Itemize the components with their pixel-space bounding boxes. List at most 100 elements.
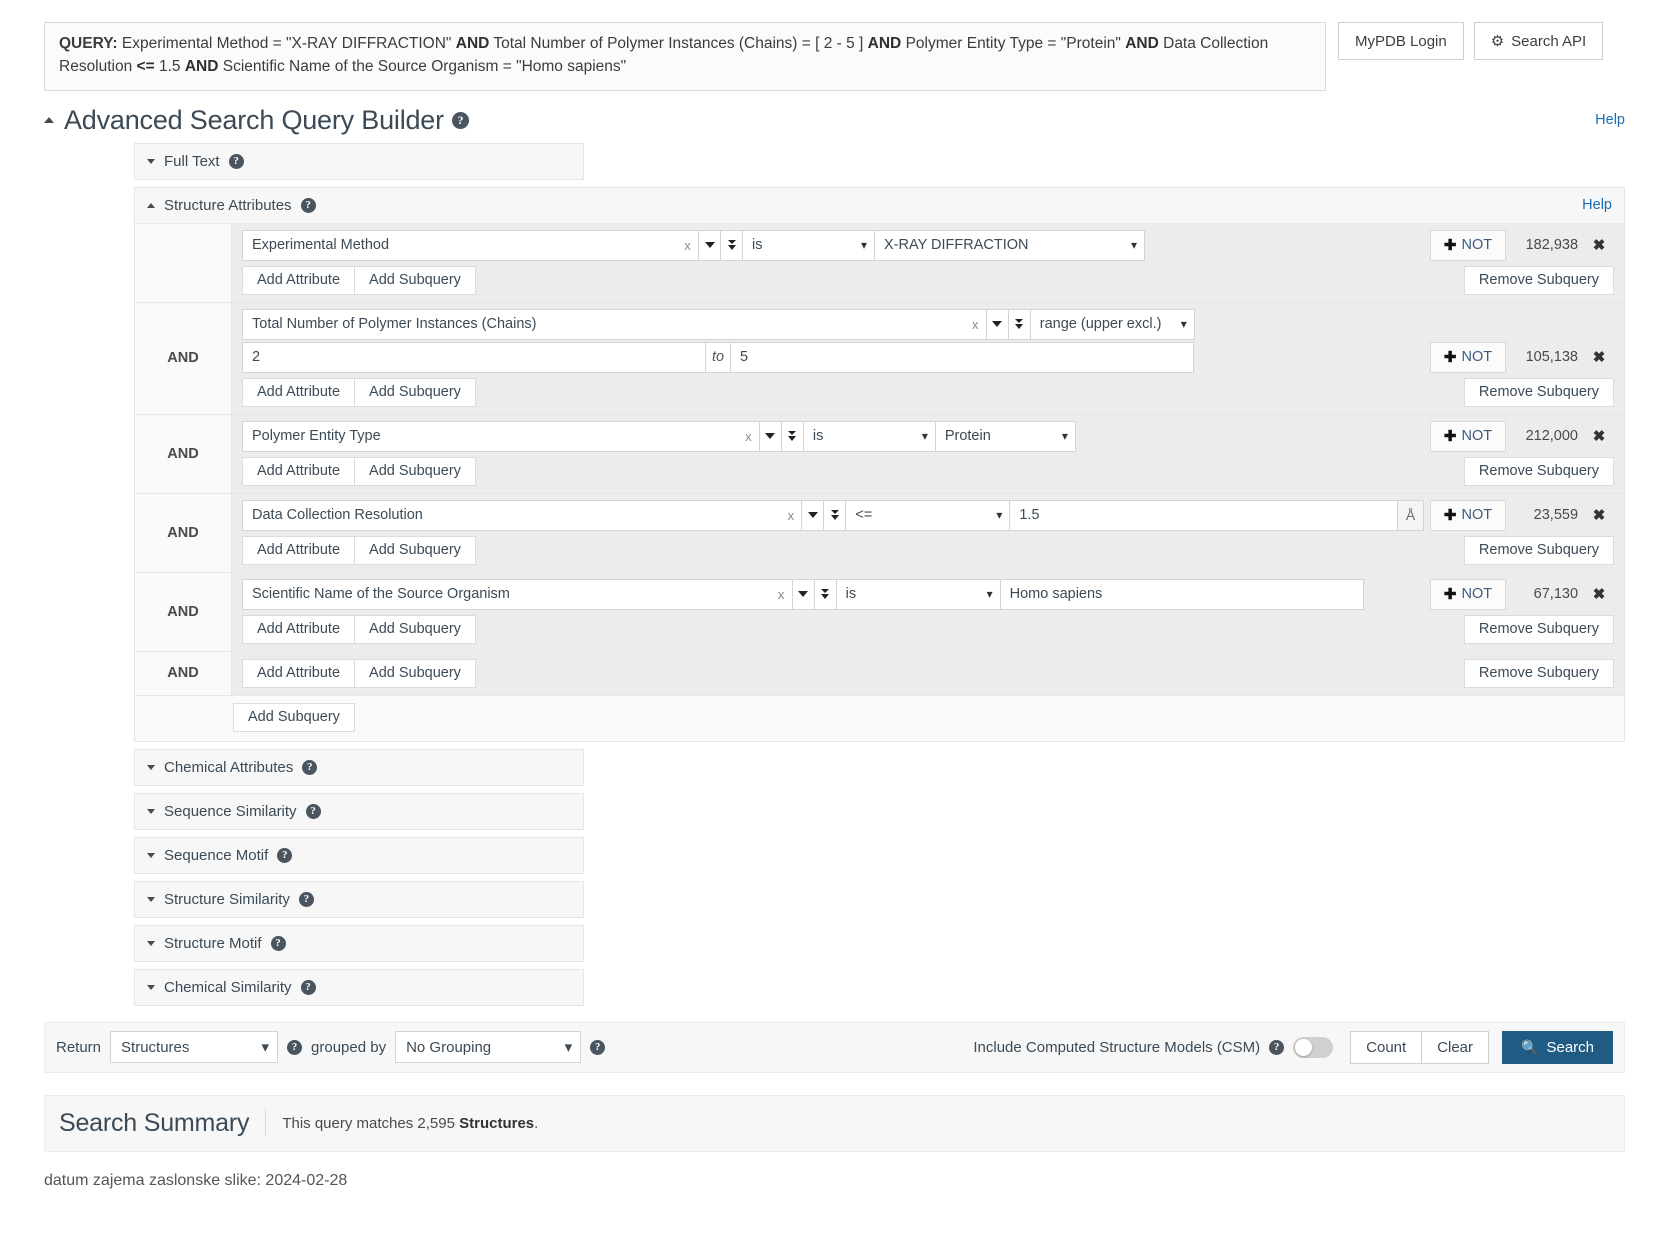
attribute-name-input[interactable]: Scientific Name of the Source Organism — [242, 578, 771, 610]
question-circle-icon[interactable]: ? — [1269, 1039, 1285, 1055]
csm-toggle[interactable] — [1293, 1036, 1334, 1058]
caret-up-icon[interactable] — [44, 117, 54, 123]
question-circle-icon[interactable]: ? — [590, 1039, 606, 1055]
structure-attributes-header[interactable]: Structure Attributes ? Help — [135, 187, 1624, 224]
section-chemical-attributes[interactable]: Chemical Attributes? — [134, 748, 584, 786]
value-input[interactable]: 1.5 — [1010, 499, 1399, 531]
add-subquery-button[interactable]: Add Subquery — [355, 456, 476, 486]
section-label: Structure Motif — [164, 934, 262, 952]
clear-attribute-icon[interactable]: x — [737, 420, 760, 452]
question-circle-icon[interactable]: ? — [228, 153, 244, 169]
range-to-input[interactable]: 5 — [730, 341, 1194, 373]
add-subquery-button[interactable]: Add Subquery — [355, 614, 476, 644]
question-circle-icon[interactable]: ? — [287, 1039, 303, 1055]
negate-not-button[interactable]: ✚ NOT — [1430, 420, 1506, 452]
count-button[interactable]: Count — [1350, 1030, 1423, 1064]
attribute-dropdown-icon[interactable] — [699, 229, 722, 261]
attribute-tree-icon[interactable] — [814, 578, 837, 610]
add-attribute-button[interactable]: Add Attribute — [242, 658, 356, 688]
grouped-by-select[interactable]: No Grouping ▾ — [395, 1031, 582, 1063]
clear-attribute-icon[interactable]: x — [677, 229, 700, 261]
builder-title-group[interactable]: Advanced Search Query Builder ? — [44, 105, 469, 136]
operator-select[interactable]: is ▾ — [803, 420, 936, 452]
question-circle-icon[interactable]: ? — [270, 935, 286, 951]
negate-not-button[interactable]: ✚ NOT — [1430, 229, 1507, 261]
attribute-name-input[interactable]: Total Number of Polymer Instances (Chain… — [242, 308, 965, 340]
add-subquery-button[interactable]: Add Subquery — [355, 658, 476, 688]
attribute-row: Scientific Name of the Source Organism x i… — [232, 572, 1624, 610]
attribute-dropdown-icon[interactable] — [759, 420, 782, 452]
section-full-text[interactable]: Full Text ? — [134, 142, 584, 180]
section-structure-motif[interactable]: Structure Motif? — [134, 924, 584, 962]
subquery: Total Number of Polymer Instances (Chain… — [231, 302, 1624, 414]
value-input[interactable]: Homo sapiens — [1000, 578, 1365, 610]
search-api-button[interactable]: ⚙ Search API — [1473, 22, 1604, 60]
remove-attribute-button[interactable]: ✖ — [1584, 342, 1614, 373]
value-select[interactable]: Protein ▾ — [935, 420, 1076, 452]
remove-subquery-button[interactable]: Remove Subquery — [1463, 456, 1614, 486]
attribute-tree-icon[interactable] — [1008, 308, 1031, 340]
remove-attribute-button[interactable]: ✖ — [1584, 500, 1614, 531]
attribute-dropdown-icon[interactable] — [792, 578, 815, 610]
add-attribute-button[interactable]: Add Attribute — [242, 265, 356, 295]
remove-subquery-button[interactable]: Remove Subquery — [1463, 377, 1614, 407]
attribute-name-input[interactable]: Experimental Method — [242, 229, 678, 261]
remove-subquery-button[interactable]: Remove Subquery — [1463, 614, 1614, 644]
operator-select[interactable]: is ▾ — [836, 578, 1001, 610]
mypdb-login-button[interactable]: MyPDB Login — [1338, 22, 1464, 60]
section-chemical-similarity[interactable]: Chemical Similarity? — [134, 968, 584, 1006]
attribute-dropdown-icon[interactable] — [986, 308, 1009, 340]
attribute-name-input[interactable]: Polymer Entity Type — [242, 420, 738, 452]
negate-not-button[interactable]: ✚ NOT — [1430, 578, 1507, 610]
remove-attribute-button[interactable]: ✖ — [1584, 421, 1614, 452]
question-circle-icon[interactable]: ? — [300, 197, 316, 213]
add-subquery-root-button[interactable]: Add Subquery — [233, 702, 355, 732]
question-circle-icon[interactable]: ? — [277, 847, 293, 863]
question-circle-icon[interactable]: ? — [451, 111, 469, 129]
return-select[interactable]: Structures ▾ — [110, 1031, 279, 1063]
builder-help-link[interactable]: Help — [1595, 112, 1625, 128]
question-circle-icon[interactable]: ? — [300, 979, 316, 995]
add-attribute-button[interactable]: Add Attribute — [242, 456, 356, 486]
remove-subquery-button[interactable]: Remove Subquery — [1463, 265, 1614, 295]
operator-select-value: is — [845, 586, 857, 602]
negate-not-button[interactable]: ✚ NOT — [1430, 499, 1507, 531]
caret-up-icon[interactable] — [147, 202, 155, 208]
clear-button[interactable]: Clear — [1422, 1030, 1490, 1064]
operator-select[interactable]: is ▾ — [743, 229, 876, 261]
remove-attribute-button[interactable]: ✖ — [1584, 230, 1614, 261]
attribute-tree-icon[interactable] — [781, 420, 804, 452]
add-attribute-button[interactable]: Add Attribute — [242, 535, 356, 565]
operator-select[interactable]: range (upper excl.) ▾ — [1030, 308, 1195, 340]
add-subquery-button[interactable]: Add Subquery — [355, 535, 476, 565]
operator-select[interactable]: <= ▾ — [846, 499, 1011, 531]
remove-subquery-button[interactable]: Remove Subquery — [1463, 535, 1614, 565]
attribute-name-input[interactable]: Data Collection Resolution — [242, 499, 781, 531]
add-subquery-button[interactable]: Add Subquery — [355, 377, 476, 407]
double-caret-icon — [727, 240, 736, 250]
add-attribute-button[interactable]: Add Attribute — [242, 614, 356, 644]
attribute-tree-icon[interactable] — [824, 499, 847, 531]
clear-attribute-icon[interactable]: x — [780, 499, 803, 531]
return-select-value: Structures — [121, 1038, 190, 1056]
search-button[interactable]: 🔍 Search — [1502, 1030, 1613, 1064]
clear-attribute-icon[interactable]: x — [964, 308, 987, 340]
negate-not-button[interactable]: ✚ NOT — [1430, 341, 1506, 373]
range-to-label: to — [705, 341, 731, 373]
section-structure-similarity[interactable]: Structure Similarity? — [134, 880, 584, 918]
remove-attribute-button[interactable]: ✖ — [1584, 579, 1614, 610]
question-circle-icon[interactable]: ? — [302, 759, 318, 775]
remove-subquery-button[interactable]: Remove Subquery — [1463, 658, 1614, 688]
section-sequence-similarity[interactable]: Sequence Similarity? — [134, 792, 584, 830]
value-select[interactable]: X-RAY DIFFRACTION ▾ — [875, 229, 1146, 261]
clear-attribute-icon[interactable]: x — [770, 578, 793, 610]
range-from-input[interactable]: 2 — [242, 341, 706, 373]
section-sequence-motif[interactable]: Sequence Motif? — [134, 836, 584, 874]
structure-attributes-help-link[interactable]: Help — [1582, 197, 1612, 213]
add-attribute-button[interactable]: Add Attribute — [242, 377, 356, 407]
question-circle-icon[interactable]: ? — [305, 803, 321, 819]
attribute-dropdown-icon[interactable] — [802, 499, 825, 531]
question-circle-icon[interactable]: ? — [298, 891, 314, 907]
attribute-tree-icon[interactable] — [721, 229, 744, 261]
add-subquery-button[interactable]: Add Subquery — [355, 265, 476, 295]
